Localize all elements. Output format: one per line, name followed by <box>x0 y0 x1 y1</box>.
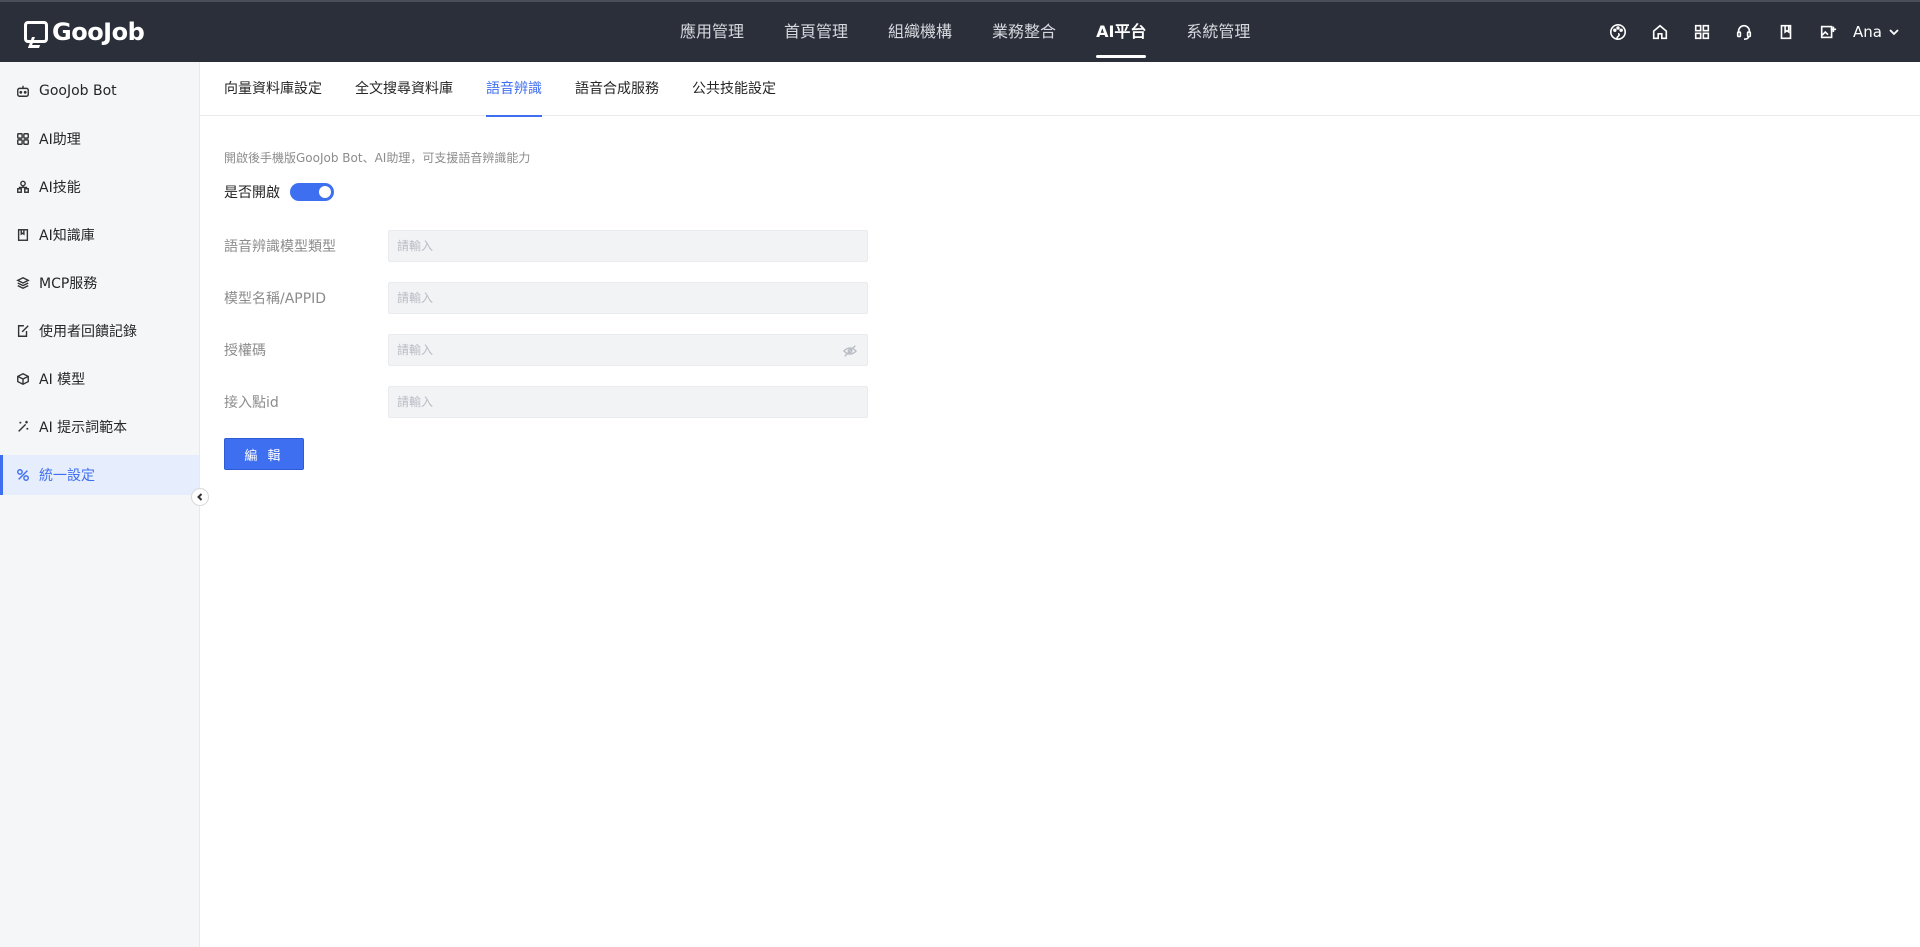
sidebar-item-label: MCP服務 <box>39 276 98 292</box>
enable-switch[interactable] <box>290 183 334 201</box>
sidebar-item-feedback-records[interactable]: 使用者回饋記錄 <box>0 311 199 351</box>
bookmark-icon[interactable] <box>1765 2 1807 62</box>
topnav-item-app-management[interactable]: 應用管理 <box>660 2 764 62</box>
sidebar-item-ai-model[interactable]: AI 模型 <box>0 359 199 399</box>
sidebar-item-label: AI 模型 <box>39 372 86 388</box>
settings-tabs: 向量資料庫設定 全文搜尋資料庫 語音辨識 語音合成服務 公共技能設定 <box>200 62 1920 117</box>
form-row-model-name: 模型名稱/APPID <box>224 282 924 314</box>
field-label: 模型名稱/APPID <box>224 291 327 307</box>
book-icon <box>17 229 29 241</box>
field-label: 接入點id <box>224 395 279 411</box>
sidebar: GooJob Bot AI助理 AI技能 AI知識庫 MCP服務 使用者回饋記錄… <box>0 62 200 947</box>
edit-button[interactable]: 編 輯 <box>224 438 304 470</box>
sidebar-item-label: AI助理 <box>39 132 81 148</box>
form-row-auth-code: 授權碼 <box>224 334 924 366</box>
logo[interactable]: GooJob <box>24 17 145 47</box>
image-add-icon[interactable] <box>1807 2 1849 62</box>
chevron-left-icon <box>197 493 203 501</box>
toggle-label: 是否開啟 <box>224 185 280 201</box>
sidebar-item-label: AI技能 <box>39 180 81 196</box>
tab-speech-synthesis[interactable]: 語音合成服務 <box>575 62 659 116</box>
eye-invisible-icon[interactable] <box>842 344 858 358</box>
top-bar: GooJob 應用管理 首頁管理 組織機構 業務整合 AI平台 系統管理 Ana <box>0 0 1920 62</box>
tab-vector-database[interactable]: 向量資料庫設定 <box>224 62 322 116</box>
chevron-down-icon <box>1889 29 1899 36</box>
sidebar-item-ai-prompt-templates[interactable]: AI 提示詞範本 <box>0 407 199 447</box>
endpoint-id-input[interactable] <box>397 395 859 409</box>
edit-doc-icon <box>17 325 29 337</box>
speech-recognition-form: 開啟後手機版GooJob Bot、AI助理，可支援語音辨識能力 是否開啟 語音辨… <box>224 116 924 470</box>
robot-icon <box>17 85 29 97</box>
tab-speech-recognition[interactable]: 語音辨識 <box>486 62 542 117</box>
cube-icon <box>17 372 29 386</box>
apps-grid-icon[interactable] <box>1681 2 1723 62</box>
sidebar-item-unified-settings[interactable]: 統一設定 <box>0 455 199 495</box>
topnav-item-organization[interactable]: 組織機構 <box>868 2 972 62</box>
user-name: Ana <box>1853 23 1882 41</box>
sidebar-item-ai-skills[interactable]: AI技能 <box>0 167 199 207</box>
endpoint-id-field[interactable] <box>388 386 868 418</box>
sidebar-item-label: 使用者回饋記錄 <box>39 324 137 340</box>
sidebar-item-label: 統一設定 <box>39 468 95 484</box>
sidebar-item-mcp-service[interactable]: MCP服務 <box>0 263 199 303</box>
sidebar-item-goojob-bot[interactable]: GooJob Bot <box>0 71 199 111</box>
model-type-field[interactable] <box>388 230 868 262</box>
auth-code-input[interactable] <box>397 343 859 357</box>
home-icon[interactable] <box>1639 2 1681 62</box>
user-menu[interactable]: Ana <box>1853 23 1900 41</box>
layers-icon <box>16 276 30 290</box>
palette-icon[interactable] <box>1597 2 1639 62</box>
tab-fulltext-search-database[interactable]: 全文搜尋資料庫 <box>355 62 453 116</box>
tools-icon <box>17 469 29 481</box>
headset-icon[interactable] <box>1723 2 1765 62</box>
field-label: 語音辨識模型類型 <box>224 239 336 255</box>
topnav-item-home-management[interactable]: 首頁管理 <box>764 2 868 62</box>
magic-wand-icon <box>18 420 29 432</box>
form-row-model-type: 語音辨識模型類型 <box>224 230 924 262</box>
model-type-input[interactable] <box>397 239 859 253</box>
top-icons: Ana <box>1597 2 1900 62</box>
topnav-item-system-management[interactable]: 系統管理 <box>1166 2 1270 62</box>
sidebar-item-label: AI 提示詞範本 <box>39 420 128 436</box>
topnav-item-business-integration[interactable]: 業務整合 <box>972 2 1076 62</box>
tab-public-skills[interactable]: 公共技能設定 <box>692 62 776 116</box>
sidebar-item-label: GooJob Bot <box>39 83 117 99</box>
logo-text: GooJob <box>52 18 145 46</box>
sidebar-collapse-button[interactable] <box>191 488 209 506</box>
enable-toggle-row: 是否開啟 <box>224 182 924 202</box>
model-name-field[interactable] <box>388 282 868 314</box>
sidebar-item-label: AI知識庫 <box>39 228 95 244</box>
sidebar-item-ai-assistant[interactable]: AI助理 <box>0 119 199 159</box>
top-nav: 應用管理 首頁管理 組織機構 業務整合 AI平台 系統管理 <box>660 2 1270 62</box>
model-name-input[interactable] <box>397 291 859 305</box>
field-label: 授權碼 <box>224 343 266 359</box>
topnav-item-ai-platform[interactable]: AI平台 <box>1076 2 1166 62</box>
form-fields: 語音辨識模型類型 模型名稱/APPID 授權碼 接入點id <box>224 230 924 418</box>
skill-icon <box>17 180 29 193</box>
form-description: 開啟後手機版GooJob Bot、AI助理，可支援語音辨識能力 <box>224 151 531 165</box>
auth-code-field[interactable] <box>388 334 868 366</box>
sidebar-item-ai-knowledge-base[interactable]: AI知識庫 <box>0 215 199 255</box>
grid-icon <box>17 133 29 145</box>
form-row-endpoint-id: 接入點id <box>224 386 924 418</box>
logo-icon <box>24 21 48 43</box>
